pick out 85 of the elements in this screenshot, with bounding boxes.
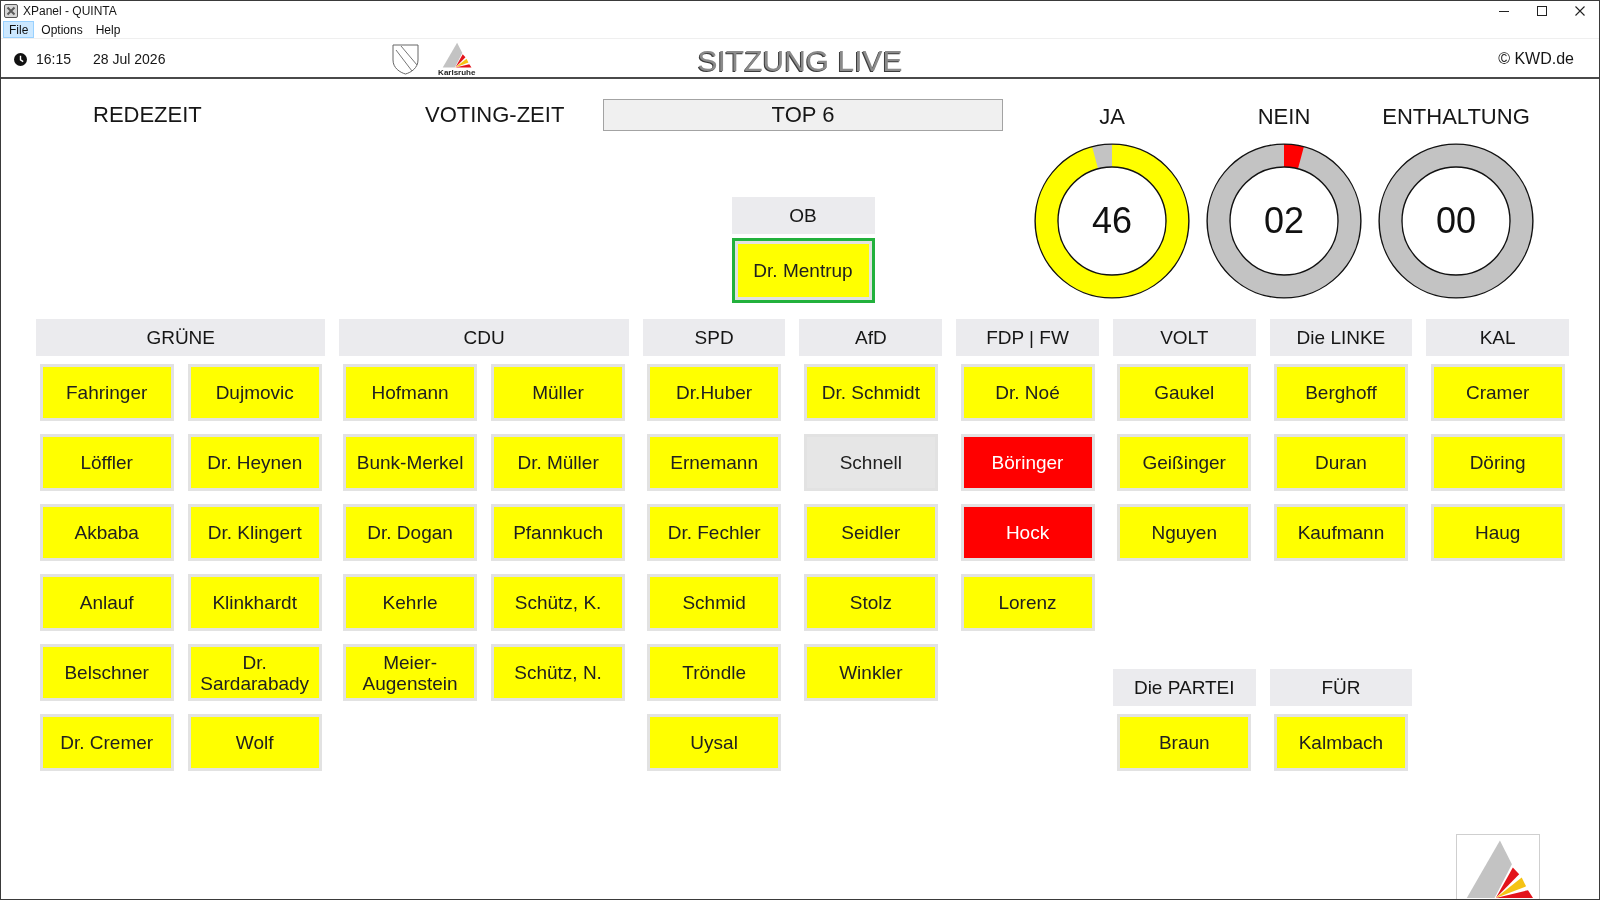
party-header: Die PARTEI xyxy=(1112,669,1256,706)
tally-label: ENTHALTUNG xyxy=(1382,103,1530,131)
member-tile: Cramer xyxy=(1430,364,1565,421)
party-header: CDU xyxy=(339,319,629,356)
member-tile: Duran xyxy=(1273,434,1408,491)
party-header: AfD xyxy=(799,319,943,356)
menu-item[interactable]: Options xyxy=(35,21,89,38)
member-tile: Dr. Heynen xyxy=(187,434,322,491)
screen-title: SITZUNG LIVE xyxy=(697,43,903,79)
clock-icon xyxy=(14,52,27,66)
member-tile: Hofmann xyxy=(343,364,478,421)
minimize-icon xyxy=(1499,10,1509,12)
party-header: SPD xyxy=(642,319,786,356)
member-tile: Schnell xyxy=(803,434,938,491)
member-tile: Uysal xyxy=(647,714,782,771)
shield-icon xyxy=(392,43,420,75)
member-tile: Lorenz xyxy=(960,574,1095,631)
app-icon xyxy=(4,4,18,18)
member-tile: Haug xyxy=(1430,504,1565,561)
vote-count: 02 xyxy=(1264,201,1304,241)
member-tile: Dr. Sardarabady xyxy=(187,644,322,701)
window-title: XPanel - QUINTA xyxy=(23,4,117,18)
member-tile: Tröndle xyxy=(647,644,782,701)
member-tile: Dujmovic xyxy=(187,364,322,421)
tally-label: NEIN xyxy=(1257,103,1311,131)
member-tile: Dr. Fechler xyxy=(647,504,782,561)
member-tile: Pfannkuch xyxy=(491,504,626,561)
party-header: GRÜNE xyxy=(36,319,326,356)
member-tile: Klinkhardt xyxy=(187,574,322,631)
member-tile: Anlauf xyxy=(39,574,174,631)
member-tile: Stolz xyxy=(803,574,938,631)
member-tile: Dr. Schmidt xyxy=(803,364,938,421)
copyright-text: © KWD.de xyxy=(1498,50,1574,68)
party-header: KAL xyxy=(1426,319,1569,356)
voting-time-label: VOTING-ZEIT xyxy=(425,102,566,128)
party-header: FÜR xyxy=(1269,669,1413,706)
menu-item[interactable]: File xyxy=(3,21,35,38)
member-tile: Braun xyxy=(1117,714,1252,771)
date-text: 28 Jul 2026 xyxy=(93,51,166,67)
member-tile: Dr. Klingert xyxy=(187,504,322,561)
member-tile: Dr. Mentrup xyxy=(731,238,875,303)
member-tile: Meier-Augenstein xyxy=(343,644,478,701)
member-tile: Wolf xyxy=(187,714,322,771)
vote-count: 00 xyxy=(1436,201,1476,241)
member-tile: Nguyen xyxy=(1117,504,1252,561)
member-tile: Kehrle xyxy=(343,574,478,631)
member-tile: Ernemann xyxy=(647,434,782,491)
group-header: OB xyxy=(731,197,875,234)
maximize-icon xyxy=(1537,6,1547,16)
member-tile: Döring xyxy=(1430,434,1565,491)
tally-label: JA xyxy=(1099,103,1125,131)
clock-time: 16:15 xyxy=(36,51,72,67)
member-tile: Geißinger xyxy=(1117,434,1252,491)
member-tile: Akbaba xyxy=(39,504,174,561)
member-tile: Berghoff xyxy=(1273,364,1408,421)
member-tile: Kaufmann xyxy=(1273,504,1408,561)
member-tile: Dr. Noé xyxy=(960,364,1095,421)
triangle-logo-icon xyxy=(441,41,473,68)
vote-count: 46 xyxy=(1092,201,1132,241)
member-tile: Schütz, K. xyxy=(491,574,626,631)
agenda-item-display: TOP 6 xyxy=(603,99,1003,131)
member-tile: Dr.Huber xyxy=(647,364,782,421)
member-tile: Seidler xyxy=(803,504,938,561)
member-tile: Schütz, N. xyxy=(491,644,626,701)
speaking-time-label: REDEZEIT xyxy=(93,102,203,128)
logo-text: Karlsruhe xyxy=(438,67,476,77)
member-tile: Belschner xyxy=(39,644,174,701)
member-tile: Müller xyxy=(491,364,626,421)
member-tile: Kalmbach xyxy=(1273,714,1408,771)
member-tile: Dr. Müller xyxy=(491,434,626,491)
menu-item[interactable]: Help xyxy=(89,21,127,38)
member-tile: Löffler xyxy=(39,434,174,491)
member-tile: Dr. Dogan xyxy=(343,504,478,561)
member-tile: Schmid xyxy=(647,574,782,631)
member-tile: Dr. Cremer xyxy=(39,714,174,771)
close-icon xyxy=(1575,6,1585,16)
party-header: VOLT xyxy=(1112,319,1256,356)
member-tile: Böringer xyxy=(960,434,1095,491)
member-tile: Gaukel xyxy=(1117,364,1252,421)
party-header: Die LINKE xyxy=(1269,319,1413,356)
member-tile: Hock xyxy=(960,504,1095,561)
member-tile: Winkler xyxy=(803,644,938,701)
member-tile: Bunk-Merkel xyxy=(343,434,478,491)
member-tile: Fahringer xyxy=(39,364,174,421)
party-header: FDP | FW xyxy=(956,319,1099,356)
